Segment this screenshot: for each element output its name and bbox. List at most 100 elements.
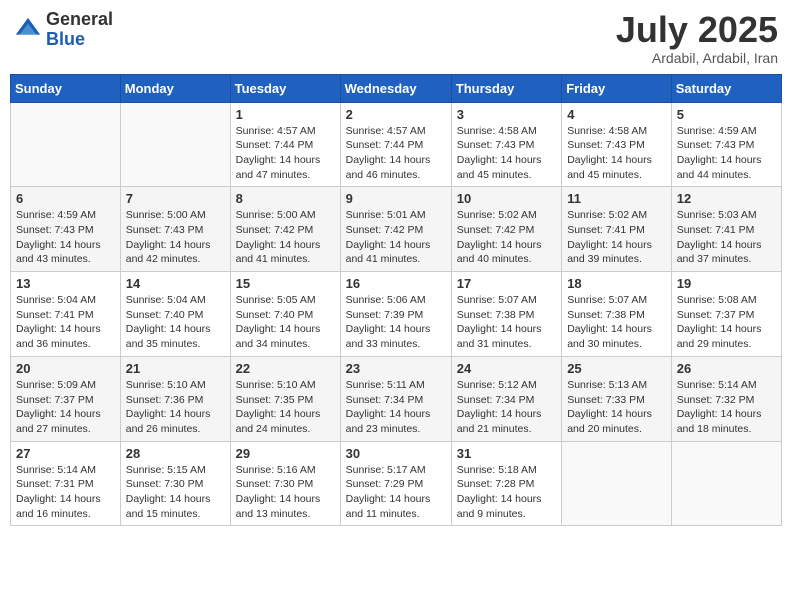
title-area: July 2025 Ardabil, Ardabil, Iran bbox=[616, 10, 778, 66]
sunrise-text: Sunrise: 5:07 AM bbox=[567, 294, 647, 306]
daylight-text: Daylight: 14 hours and 34 minutes. bbox=[236, 323, 321, 350]
sunrise-text: Sunrise: 5:10 AM bbox=[126, 379, 206, 391]
day-number: 5 bbox=[677, 107, 776, 122]
day-number: 27 bbox=[16, 446, 115, 461]
sunrise-text: Sunrise: 5:02 AM bbox=[567, 209, 647, 221]
day-info: Sunrise: 5:09 AM Sunset: 7:37 PM Dayligh… bbox=[16, 378, 115, 437]
sunrise-text: Sunrise: 4:57 AM bbox=[346, 125, 426, 137]
sunset-text: Sunset: 7:37 PM bbox=[677, 309, 755, 321]
sunrise-text: Sunrise: 5:14 AM bbox=[16, 464, 96, 476]
day-info: Sunrise: 5:08 AM Sunset: 7:37 PM Dayligh… bbox=[677, 293, 776, 352]
sunset-text: Sunset: 7:30 PM bbox=[236, 478, 314, 490]
day-info: Sunrise: 5:14 AM Sunset: 7:32 PM Dayligh… bbox=[677, 378, 776, 437]
day-info: Sunrise: 5:07 AM Sunset: 7:38 PM Dayligh… bbox=[457, 293, 556, 352]
day-number: 21 bbox=[126, 361, 225, 376]
sunset-text: Sunset: 7:41 PM bbox=[567, 224, 645, 236]
sunset-text: Sunset: 7:41 PM bbox=[16, 309, 94, 321]
col-thursday: Thursday bbox=[451, 74, 561, 102]
day-number: 24 bbox=[457, 361, 556, 376]
day-info: Sunrise: 5:02 AM Sunset: 7:42 PM Dayligh… bbox=[457, 208, 556, 267]
day-info: Sunrise: 5:16 AM Sunset: 7:30 PM Dayligh… bbox=[236, 463, 335, 522]
sunrise-text: Sunrise: 5:16 AM bbox=[236, 464, 316, 476]
calendar-week-row: 27 Sunrise: 5:14 AM Sunset: 7:31 PM Dayl… bbox=[11, 441, 782, 526]
sunset-text: Sunset: 7:43 PM bbox=[16, 224, 94, 236]
sunset-text: Sunset: 7:38 PM bbox=[567, 309, 645, 321]
sunrise-text: Sunrise: 4:59 AM bbox=[16, 209, 96, 221]
col-wednesday: Wednesday bbox=[340, 74, 451, 102]
day-info: Sunrise: 5:11 AM Sunset: 7:34 PM Dayligh… bbox=[346, 378, 446, 437]
sunrise-text: Sunrise: 5:10 AM bbox=[236, 379, 316, 391]
calendar-week-row: 6 Sunrise: 4:59 AM Sunset: 7:43 PM Dayli… bbox=[11, 187, 782, 272]
sunrise-text: Sunrise: 5:04 AM bbox=[16, 294, 96, 306]
daylight-text: Daylight: 14 hours and 11 minutes. bbox=[346, 493, 431, 520]
daylight-text: Daylight: 14 hours and 45 minutes. bbox=[567, 154, 652, 181]
table-row: 13 Sunrise: 5:04 AM Sunset: 7:41 PM Dayl… bbox=[11, 272, 121, 357]
sunset-text: Sunset: 7:37 PM bbox=[16, 394, 94, 406]
daylight-text: Daylight: 14 hours and 47 minutes. bbox=[236, 154, 321, 181]
daylight-text: Daylight: 14 hours and 21 minutes. bbox=[457, 408, 542, 435]
day-number: 30 bbox=[346, 446, 446, 461]
logo-blue: Blue bbox=[46, 30, 113, 50]
sunset-text: Sunset: 7:44 PM bbox=[236, 139, 314, 151]
daylight-text: Daylight: 14 hours and 37 minutes. bbox=[677, 239, 762, 266]
sunset-text: Sunset: 7:36 PM bbox=[126, 394, 204, 406]
sunset-text: Sunset: 7:33 PM bbox=[567, 394, 645, 406]
daylight-text: Daylight: 14 hours and 40 minutes. bbox=[457, 239, 542, 266]
month-title: July 2025 bbox=[616, 10, 778, 50]
sunset-text: Sunset: 7:38 PM bbox=[457, 309, 535, 321]
day-number: 16 bbox=[346, 276, 446, 291]
daylight-text: Daylight: 14 hours and 31 minutes. bbox=[457, 323, 542, 350]
day-number: 26 bbox=[677, 361, 776, 376]
daylight-text: Daylight: 14 hours and 23 minutes. bbox=[346, 408, 431, 435]
table-row bbox=[120, 102, 230, 187]
day-number: 12 bbox=[677, 191, 776, 206]
day-number: 14 bbox=[126, 276, 225, 291]
sunrise-text: Sunrise: 5:04 AM bbox=[126, 294, 206, 306]
calendar-week-row: 20 Sunrise: 5:09 AM Sunset: 7:37 PM Dayl… bbox=[11, 356, 782, 441]
day-info: Sunrise: 4:59 AM Sunset: 7:43 PM Dayligh… bbox=[16, 208, 115, 267]
table-row: 30 Sunrise: 5:17 AM Sunset: 7:29 PM Dayl… bbox=[340, 441, 451, 526]
sunrise-text: Sunrise: 4:58 AM bbox=[457, 125, 537, 137]
day-number: 18 bbox=[567, 276, 666, 291]
sunrise-text: Sunrise: 5:00 AM bbox=[126, 209, 206, 221]
sunset-text: Sunset: 7:29 PM bbox=[346, 478, 424, 490]
daylight-text: Daylight: 14 hours and 15 minutes. bbox=[126, 493, 211, 520]
sunrise-text: Sunrise: 5:13 AM bbox=[567, 379, 647, 391]
table-row: 12 Sunrise: 5:03 AM Sunset: 7:41 PM Dayl… bbox=[671, 187, 781, 272]
table-row: 18 Sunrise: 5:07 AM Sunset: 7:38 PM Dayl… bbox=[562, 272, 672, 357]
sunset-text: Sunset: 7:39 PM bbox=[346, 309, 424, 321]
col-monday: Monday bbox=[120, 74, 230, 102]
day-info: Sunrise: 5:07 AM Sunset: 7:38 PM Dayligh… bbox=[567, 293, 666, 352]
page-header: General Blue July 2025 Ardabil, Ardabil,… bbox=[10, 10, 782, 66]
calendar-week-row: 1 Sunrise: 4:57 AM Sunset: 7:44 PM Dayli… bbox=[11, 102, 782, 187]
sunset-text: Sunset: 7:43 PM bbox=[677, 139, 755, 151]
daylight-text: Daylight: 14 hours and 43 minutes. bbox=[16, 239, 101, 266]
table-row: 21 Sunrise: 5:10 AM Sunset: 7:36 PM Dayl… bbox=[120, 356, 230, 441]
table-row: 24 Sunrise: 5:12 AM Sunset: 7:34 PM Dayl… bbox=[451, 356, 561, 441]
sunrise-text: Sunrise: 5:07 AM bbox=[457, 294, 537, 306]
sunrise-text: Sunrise: 5:05 AM bbox=[236, 294, 316, 306]
sunrise-text: Sunrise: 5:17 AM bbox=[346, 464, 426, 476]
sunset-text: Sunset: 7:34 PM bbox=[346, 394, 424, 406]
calendar-header-row: Sunday Monday Tuesday Wednesday Thursday… bbox=[11, 74, 782, 102]
sunrise-text: Sunrise: 5:01 AM bbox=[346, 209, 426, 221]
table-row: 25 Sunrise: 5:13 AM Sunset: 7:33 PM Dayl… bbox=[562, 356, 672, 441]
day-info: Sunrise: 5:15 AM Sunset: 7:30 PM Dayligh… bbox=[126, 463, 225, 522]
day-number: 8 bbox=[236, 191, 335, 206]
sunset-text: Sunset: 7:35 PM bbox=[236, 394, 314, 406]
day-number: 29 bbox=[236, 446, 335, 461]
day-info: Sunrise: 5:06 AM Sunset: 7:39 PM Dayligh… bbox=[346, 293, 446, 352]
table-row: 15 Sunrise: 5:05 AM Sunset: 7:40 PM Dayl… bbox=[230, 272, 340, 357]
daylight-text: Daylight: 14 hours and 24 minutes. bbox=[236, 408, 321, 435]
table-row: 2 Sunrise: 4:57 AM Sunset: 7:44 PM Dayli… bbox=[340, 102, 451, 187]
day-info: Sunrise: 5:17 AM Sunset: 7:29 PM Dayligh… bbox=[346, 463, 446, 522]
sunrise-text: Sunrise: 5:09 AM bbox=[16, 379, 96, 391]
day-info: Sunrise: 5:04 AM Sunset: 7:40 PM Dayligh… bbox=[126, 293, 225, 352]
day-number: 13 bbox=[16, 276, 115, 291]
day-number: 19 bbox=[677, 276, 776, 291]
sunrise-text: Sunrise: 5:02 AM bbox=[457, 209, 537, 221]
table-row: 6 Sunrise: 4:59 AM Sunset: 7:43 PM Dayli… bbox=[11, 187, 121, 272]
day-info: Sunrise: 5:05 AM Sunset: 7:40 PM Dayligh… bbox=[236, 293, 335, 352]
sunrise-text: Sunrise: 5:14 AM bbox=[677, 379, 757, 391]
day-info: Sunrise: 5:10 AM Sunset: 7:36 PM Dayligh… bbox=[126, 378, 225, 437]
